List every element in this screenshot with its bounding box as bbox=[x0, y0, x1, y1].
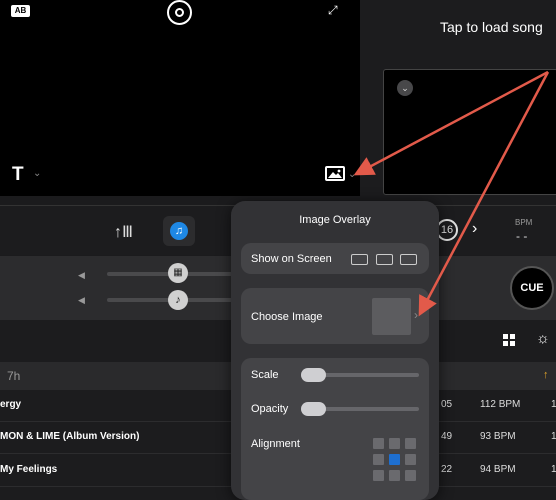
chevron-right-icon: › bbox=[414, 308, 418, 322]
music-note-icon: ♫ bbox=[170, 222, 188, 240]
grid-view-icon[interactable] bbox=[503, 334, 515, 346]
align-middle-right[interactable] bbox=[405, 454, 416, 465]
sort-arrow-icon[interactable]: ↑ bbox=[543, 369, 549, 381]
align-bottom-right[interactable] bbox=[405, 470, 416, 481]
load-song-prompt[interactable]: Tap to load song bbox=[440, 19, 543, 35]
align-top-center[interactable] bbox=[389, 438, 400, 449]
alignment-label: Alignment bbox=[251, 438, 300, 450]
track-duration: 05 bbox=[441, 399, 453, 410]
music-tab[interactable]: ♫ bbox=[163, 216, 195, 246]
track-title: MON & LIME (Album Version) bbox=[0, 431, 140, 442]
track-bpm: 94 BPM bbox=[480, 464, 516, 475]
track-key: 1 bbox=[551, 464, 556, 475]
alignment-grid bbox=[373, 438, 417, 500]
settings-sun-icon[interactable]: ☼ bbox=[536, 330, 550, 347]
record-icon[interactable] bbox=[167, 0, 192, 25]
align-top-right[interactable] bbox=[405, 438, 416, 449]
ab-icon[interactable]: AB bbox=[11, 5, 30, 17]
cue-button[interactable]: CUE bbox=[510, 266, 554, 310]
bpm-value[interactable]: - - bbox=[516, 229, 527, 243]
align-bottom-center[interactable] bbox=[389, 470, 400, 481]
record-display-icon[interactable] bbox=[400, 254, 417, 265]
track-duration: 49 bbox=[441, 431, 453, 442]
monitor-icon[interactable] bbox=[376, 254, 393, 265]
track-key: 1 bbox=[551, 431, 556, 442]
track-title: My Feelings bbox=[0, 464, 58, 475]
opacity-slider-thumb[interactable] bbox=[301, 402, 326, 416]
expand-icon[interactable]: ⤢ bbox=[328, 3, 338, 18]
video-preview[interactable] bbox=[0, 0, 360, 196]
bpm-label: BPM bbox=[515, 218, 533, 227]
app-window: Tap to load song ⌄ AB ⤢ T ⌄ ⌄ ↑Ⅲ ♫ ⋮ 16 … bbox=[0, 0, 556, 500]
track-bpm: 93 BPM bbox=[480, 431, 516, 442]
scale-slider-thumb[interactable] bbox=[301, 368, 326, 382]
scale-label: Scale bbox=[251, 369, 279, 381]
film-icon[interactable]: ▦ bbox=[168, 263, 188, 283]
track-title: ergy bbox=[0, 399, 22, 410]
mixer-icon[interactable]: ↑Ⅲ bbox=[114, 222, 133, 242]
text-overlay-icon[interactable]: T bbox=[12, 164, 24, 186]
total-time: 7h bbox=[7, 369, 21, 383]
next-icon[interactable]: › bbox=[472, 220, 477, 238]
chevron-down-icon[interactable]: ⌄ bbox=[397, 80, 413, 96]
left-arrow-icon[interactable]: ◀ bbox=[78, 295, 85, 306]
track-key: 1 bbox=[551, 399, 556, 410]
show-on-screen-label: Show on Screen bbox=[251, 253, 332, 265]
loop-icon[interactable]: 16 bbox=[436, 219, 458, 241]
music-note-icon[interactable]: ♪ bbox=[168, 290, 188, 310]
align-bottom-left[interactable] bbox=[373, 470, 384, 481]
align-top-left[interactable] bbox=[373, 438, 384, 449]
opacity-label: Opacity bbox=[251, 403, 289, 415]
image-thumbnail[interactable] bbox=[372, 298, 411, 335]
external-display-icon[interactable] bbox=[351, 254, 368, 265]
track-duration: 22 bbox=[441, 464, 453, 475]
align-center[interactable] bbox=[389, 454, 400, 465]
chevron-down-icon[interactable]: ⌄ bbox=[33, 168, 41, 179]
popover-title: Image Overlay bbox=[299, 214, 371, 226]
choose-image-label: Choose Image bbox=[251, 311, 323, 323]
image-overlay-icon[interactable] bbox=[325, 166, 345, 181]
chevron-down-icon[interactable]: ⌄ bbox=[348, 169, 356, 180]
track-bpm: 112 BPM bbox=[480, 399, 521, 410]
align-middle-left[interactable] bbox=[373, 454, 384, 465]
left-arrow-icon[interactable]: ◀ bbox=[78, 270, 85, 281]
